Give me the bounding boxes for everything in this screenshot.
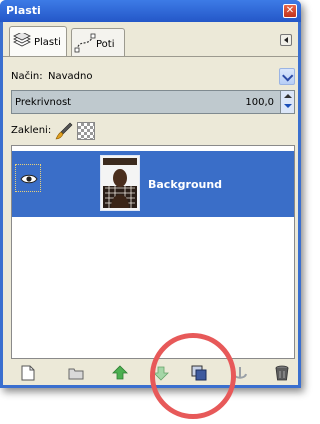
new-layer-button[interactable] <box>19 364 37 382</box>
layer-visibility-toggle[interactable] <box>15 164 41 192</box>
opacity-slider[interactable]: Prekrivnost 100,0 <box>11 90 295 114</box>
spin-up-icon[interactable] <box>284 94 292 98</box>
tab-layers-label: Plasti <box>34 37 61 48</box>
new-layer-icon <box>21 365 35 381</box>
lock-row: Zakleni: <box>11 122 295 140</box>
eye-icon <box>20 174 38 184</box>
layer-thumbnail <box>100 155 140 211</box>
tab-menu-button[interactable] <box>280 34 292 46</box>
brush-icon <box>55 122 73 140</box>
lock-label: Zakleni: <box>11 125 52 136</box>
mode-label: Način: <box>11 71 43 82</box>
layers-list: Background <box>11 145 295 359</box>
tab-layers[interactable]: Plasti <box>9 26 67 57</box>
new-layer-group-button[interactable] <box>67 364 85 382</box>
spin-down-icon[interactable] <box>284 104 292 108</box>
close-icon: ✕ <box>285 5 295 16</box>
lock-pixels-toggle[interactable] <box>55 122 73 140</box>
lock-alpha-toggle[interactable] <box>77 122 95 140</box>
layers-dialog-window: Plasti ✕ Plasti Poti Način: Navadno Prek… <box>0 0 301 388</box>
layer-row[interactable]: Background <box>12 151 294 217</box>
delete-layer-icon <box>275 365 289 381</box>
paths-icon <box>74 33 96 53</box>
opacity-value[interactable]: 100,0 <box>245 97 274 108</box>
opacity-label: Prekrivnost <box>15 97 72 108</box>
title-bar: Plasti ✕ <box>0 0 301 22</box>
highlight-annotation-circle <box>150 333 236 419</box>
delete-layer-button[interactable] <box>273 364 291 382</box>
new-layer-group-icon <box>68 368 84 380</box>
opacity-spinner[interactable] <box>280 91 294 113</box>
close-button[interactable]: ✕ <box>283 4 297 18</box>
layer-thumbnail-image <box>101 156 139 210</box>
mode-row: Način: Navadno <box>11 68 295 86</box>
raise-layer-icon <box>112 365 128 380</box>
window-title: Plasti <box>6 4 41 17</box>
layer-name[interactable]: Background <box>148 178 222 191</box>
tab-paths-label: Poti <box>96 39 115 50</box>
dialog-client-area: Plasti Poti Način: Navadno Prekrivnost 1… <box>3 22 298 385</box>
tab-bar: Plasti Poti <box>3 22 298 62</box>
tab-divider <box>3 56 298 57</box>
raise-layer-button[interactable] <box>111 364 129 382</box>
tab-paths[interactable]: Poti <box>71 28 125 56</box>
mode-dropdown-button[interactable] <box>279 68 295 85</box>
layers-icon <box>13 33 31 47</box>
mode-select[interactable]: Navadno <box>48 71 92 82</box>
